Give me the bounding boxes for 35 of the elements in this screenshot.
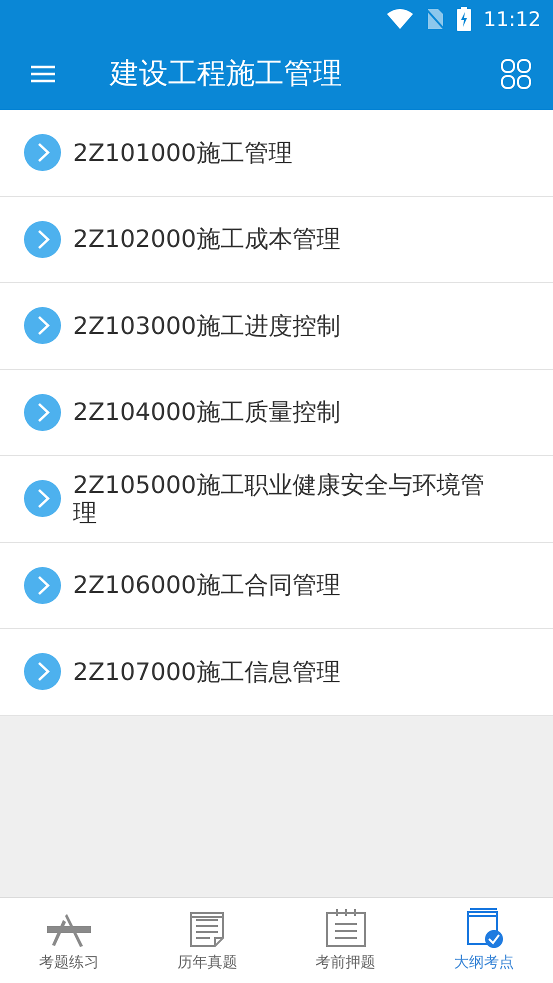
nav-tab[interactable]: 考前押题 [276,898,415,983]
menu-icon [30,64,54,82]
nav-tab[interactable]: 历年真题 [138,898,276,983]
chevron-circle-icon [24,307,61,344]
chapter-item[interactable]: 2Z101000施工管理 [0,110,553,196]
chevron-circle-icon [24,220,61,258]
battery-charging-icon [457,6,472,30]
document-icon [188,910,226,948]
chapter-title: 2Z102000施工成本管理 [73,225,340,254]
chevron-circle-icon [24,653,61,690]
wifi-icon [387,8,414,28]
chapter-item[interactable]: 2Z103000施工进度控制 [0,283,553,370]
chapter-title: 2Z106000施工合同管理 [73,571,340,600]
chapter-title: 2Z101000施工管理 [73,138,292,167]
page-title: 建设工程施工管理 [110,54,343,92]
chapter-item[interactable]: 2Z106000施工合同管理 [0,542,553,629]
chapter-title: 2Z104000施工质量控制 [73,398,340,426]
chevron-circle-icon [24,134,61,172]
chevron-circle-icon [24,480,61,518]
grid-icon [501,58,531,88]
nav-tab[interactable]: 大纲考点 [414,898,553,983]
chapter-item[interactable]: 2Z104000施工质量控制 [0,370,553,456]
chapter-item[interactable]: 2Z107000施工信息管理 [0,629,553,716]
chapter-item[interactable]: 2Z105000施工职业健康安全与环境管理 [0,456,553,542]
status-time: 11:12 [483,6,541,32]
chevron-circle-icon [24,566,61,604]
pencil-ruler-icon [47,912,92,948]
no-sim-icon [425,8,446,30]
chevron-circle-icon [24,394,61,431]
notepad-icon [324,908,367,948]
chapter-title: 2Z105000施工职业健康安全与环境管理 [73,470,486,527]
nav-tab[interactable]: 考题练习 [0,898,138,983]
chapter-title: 2Z103000施工进度控制 [73,312,340,340]
chapter-title: 2Z107000施工信息管理 [73,658,340,686]
chapter-item[interactable]: 2Z102000施工成本管理 [0,196,553,283]
